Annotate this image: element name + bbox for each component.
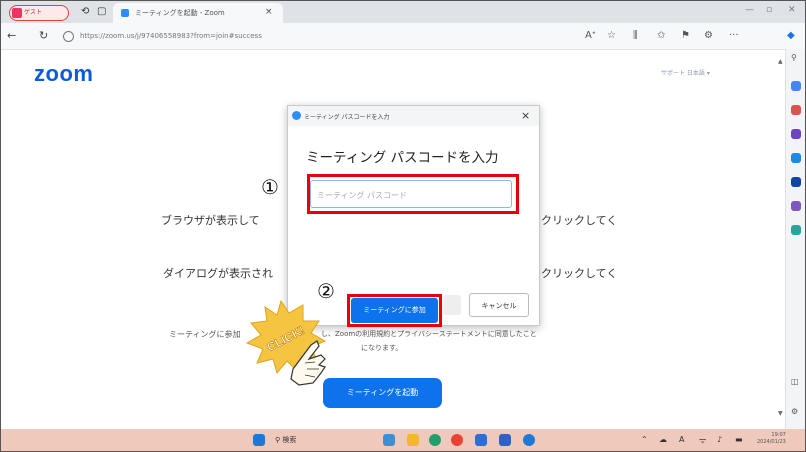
sidebar-item-6[interactable] [791,201,801,211]
sidebar-item-2[interactable] [791,105,801,115]
copilot-icon[interactable]: ◆ [787,30,795,41]
instruction-line-2-left: ダイアログが表示され [163,267,273,280]
edge-sidebar: ⚲ ◫ ⚙ [785,49,805,429]
step-1-marker: ① [261,175,279,199]
minimize-button[interactable]: — [745,5,754,15]
refresh-icon[interactable]: ↻ [39,29,48,42]
instruction-line-1-right: クリックしてく [541,214,618,227]
dialog-titlebar: ミーティング パスコードを入力 × [288,106,539,126]
taskbar-search[interactable]: ⚲ 検索 [275,435,296,445]
taskbar-app-5[interactable] [475,434,487,446]
profile-label: ゲスト [24,9,43,16]
click-badge-icon: CLICK! [245,299,327,386]
zoom-favicon-icon [121,9,129,17]
tray-cloud-icon[interactable]: ☁ [659,435,667,444]
start-button[interactable] [253,434,265,446]
highlight-box-passcode [307,174,519,214]
clock-date: 2024/01/23 [757,439,786,445]
sidebar-settings-icon[interactable]: ⚙ [791,407,801,417]
dialog-heading: ミーティング パスコードを入力 [306,150,499,166]
sidebar-item-1[interactable] [791,81,801,91]
sidebar-search-icon[interactable]: ⚲ [791,53,801,63]
zoom-logo[interactable]: zoom [34,61,93,87]
maximize-button[interactable]: ▫ [766,5,772,15]
extensions-icon[interactable]: ⚙ [704,30,713,41]
workspaces-icon[interactable]: ⟲ [81,6,89,17]
taskbar-app-3[interactable] [429,434,441,446]
close-window-button[interactable]: ✕ [788,5,796,15]
scroll-down-icon[interactable]: ▼ [778,410,783,417]
sidebar-item-3[interactable] [791,129,801,139]
terms-line-mid: し、Zoomの利用規約とプライバシーステートメントに同意したこと [321,330,537,338]
tab-close-icon[interactable]: × [265,7,273,17]
url-text: https://zoom.us/j/97406558983?from=join#… [80,32,262,40]
address-bar: ← ↻ https://zoom.us/j/97406558983?from=j… [1,23,805,50]
hidden-button [443,295,461,315]
read-aloud-icon[interactable]: Aᐩ [585,30,596,41]
back-icon[interactable]: ← [7,29,16,42]
zoom-app-icon [292,111,301,120]
avatar [12,8,22,18]
tab-title: ミーティングを起動 - Zoom [135,9,225,17]
instruction-line-1-left: ブラウザが表示して [161,214,260,227]
scroll-up-icon[interactable]: ▲ [778,58,783,65]
taskbar-app-4[interactable] [451,434,463,446]
terms-line-mid2: になります。 [361,344,403,352]
clock-time: 19:07 [771,432,786,438]
tray-ime-icon[interactable]: A [679,435,684,444]
site-info-icon[interactable] [63,30,74,42]
top-links[interactable]: サポート 日本語 ▾ [661,68,710,77]
collections-icon[interactable]: ⚑ [681,30,690,41]
browser-tab-bar: ゲスト ⟲ ▢ ミーティングを起動 - Zoom × — ▫ ✕ [1,1,805,23]
dialog-window-title: ミーティング パスコードを入力 [304,114,390,121]
highlight-box-join [347,294,442,327]
windows-taskbar: ⚲ 検索 ⌃ ☁ A ᯤ ♪ ▬ 19:07 2024/01/23 [1,429,805,451]
sidebar-item-5[interactable] [791,177,801,187]
taskbar-app-7[interactable] [523,434,535,446]
tray-battery-icon[interactable]: ▬ [735,435,743,444]
taskbar-search-label: 検索 [282,436,297,444]
screenshot-frame: ゲスト ⟲ ▢ ミーティングを起動 - Zoom × — ▫ ✕ ← ↻ htt… [0,0,806,452]
more-icon[interactable]: ··· [729,30,739,41]
sidebar-item-4[interactable] [791,153,801,163]
cancel-button[interactable]: キャンセル [469,293,529,317]
instruction-line-2-right: クリックしてく [541,267,618,280]
profile-button[interactable]: ゲスト [9,5,69,21]
sidebar-item-7[interactable] [791,225,801,235]
taskbar-app-2[interactable] [407,434,419,446]
favorites-icon[interactable]: ✩ [657,30,665,41]
url-field[interactable]: https://zoom.us/j/97406558983?from=join#… [63,27,423,45]
taskbar-app-6[interactable] [499,434,511,446]
taskbar-app-1[interactable] [383,434,395,446]
dialog-close-icon[interactable]: × [521,109,530,122]
tray-volume-icon[interactable]: ♪ [717,435,722,444]
tray-wifi-icon[interactable]: ᯤ [699,435,706,446]
tray-expand-icon[interactable]: ⌃ [641,435,648,444]
tab-actions-icon[interactable]: ▢ [97,6,106,17]
taskbar-clock[interactable]: 19:07 2024/01/23 [757,432,786,446]
favorite-star-icon[interactable]: ☆ [607,30,616,41]
tab-active[interactable]: ミーティングを起動 - Zoom × [113,3,283,23]
sidebar-layout-icon[interactable]: ◫ [791,377,801,387]
terms-line-left: ミーティングに参加 [169,330,241,339]
split-screen-icon[interactable]: ⫼ [633,30,638,41]
